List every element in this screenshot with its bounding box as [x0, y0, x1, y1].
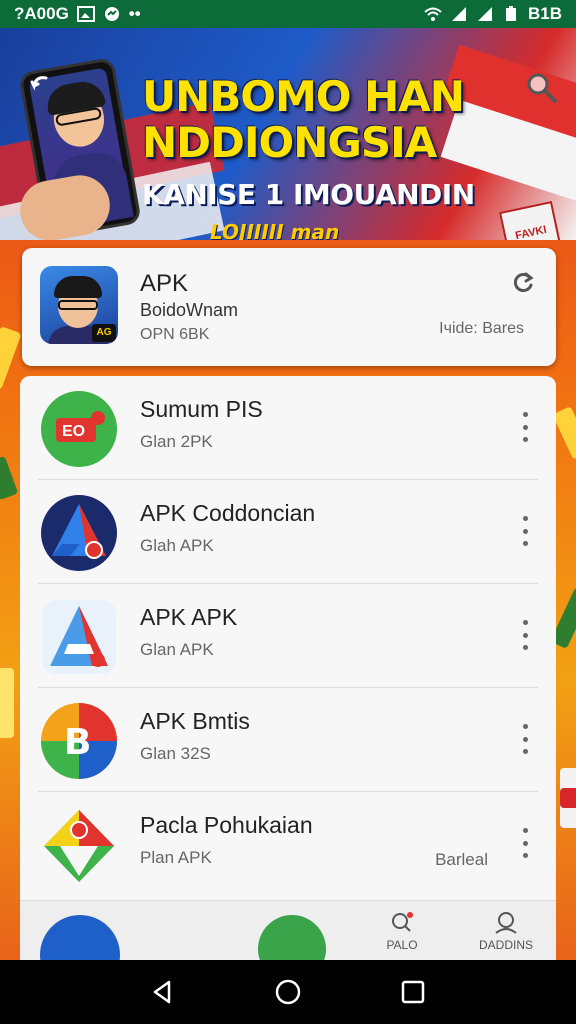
icon-hair [54, 276, 102, 298]
app-bottom-nav: PALO DADDINS [20, 900, 556, 960]
promo-banner[interactable]: UNBOMO HAN NDDIONGSIA KANISE 1 IMOUANDIN… [0, 28, 576, 240]
list-item-title: Sumum PIS [140, 396, 263, 422]
back-arrow-icon[interactable] [26, 72, 52, 98]
more-menu-icon[interactable] [520, 412, 530, 442]
more-menu-icon[interactable] [520, 828, 530, 858]
list-item-subtitle: Glan 2PK [140, 432, 213, 451]
banner-title: UNBOMO HAN NDDIONGSIA [142, 74, 552, 166]
search-icon[interactable] [524, 70, 558, 104]
bg-deco [560, 788, 576, 808]
more-menu-icon[interactable] [520, 516, 530, 546]
letter-a-icon [42, 600, 116, 674]
list-item[interactable]: Pacla Pohukaian Plan APK Barleal [20, 792, 556, 896]
list-item-meta: Barleal [435, 850, 488, 869]
list-item-title: APK Coddoncian [140, 500, 316, 526]
nav-item-label: DADDINS [478, 938, 533, 952]
svg-text:B: B [64, 722, 91, 763]
status-left: ?A00G •• [14, 4, 141, 24]
gallery-icon [76, 6, 95, 22]
refresh-icon[interactable] [510, 270, 536, 296]
featured-title: APK [140, 270, 189, 297]
featured-developer: BoidoWnam [140, 300, 239, 320]
list-item-subtitle: Glan 32S [140, 744, 211, 763]
bg-deco [0, 668, 14, 738]
banner-title-line1: UNBOMO HAN [142, 72, 465, 121]
list-item-subtitle: Plan APK [140, 848, 212, 867]
tricolor-icon [44, 810, 114, 882]
list-item-title: APK Bmtis [140, 708, 250, 734]
profile-icon [495, 912, 517, 934]
triangle-logo-icon [41, 495, 117, 571]
list-item[interactable]: APK Coddoncian Glah APK [20, 480, 556, 584]
featured-app-card[interactable]: AG APK BoidoWnam OPN 6BK Iчide: Bares [22, 248, 556, 366]
nav-home-button[interactable] [40, 915, 120, 960]
back-icon[interactable] [149, 978, 177, 1006]
icon-badge: AG [92, 324, 116, 342]
search-user-icon [392, 912, 413, 932]
nav-center-button[interactable] [258, 915, 326, 960]
banner-subtitle: KANISE 1 IMOUANDIN [142, 178, 475, 211]
status-bar: ?A00G •• B1B [0, 0, 576, 28]
battery-icon [505, 6, 516, 21]
letter-b-icon: B [41, 703, 117, 779]
messenger-icon [104, 7, 119, 21]
list-item[interactable]: B APK Bmtis Glan 32S [20, 688, 556, 792]
icon-glasses [58, 300, 98, 310]
nav-item-label: PALO [386, 938, 418, 952]
list-item-title: APK APK [140, 604, 238, 630]
featured-size: OPN 6BK [140, 326, 210, 343]
nav-item-settings[interactable]: DADDINS [476, 911, 536, 952]
banner-tagline: LOJIIIII man [210, 220, 340, 240]
more-notifications-icon: •• [128, 4, 141, 23]
red-tag-icon: EO [41, 391, 117, 467]
list-item-subtitle: Glan APK [140, 640, 214, 659]
wifi-icon [424, 7, 442, 21]
banner-title-line2: NDDIONGSIA [142, 118, 437, 167]
bg-deco [0, 326, 22, 390]
featured-meta: Iчide: Bares [439, 320, 524, 337]
recents-icon[interactable] [399, 978, 427, 1006]
status-right: B1B [424, 4, 562, 24]
more-menu-icon[interactable] [520, 724, 530, 754]
list-item-subtitle: Glah APK [140, 536, 214, 555]
nav-item-palo[interactable]: PALO [372, 911, 432, 952]
app-list: EO Sumum PIS Glan 2PK APK Coddoncian Gla… [20, 376, 556, 916]
featured-app-icon[interactable]: AG [40, 266, 118, 344]
svg-text:EO: EO [62, 423, 85, 440]
system-nav-bar [0, 960, 576, 1024]
signal-2-icon [477, 7, 492, 21]
status-right-text: B1B [527, 4, 562, 23]
list-item[interactable]: APK APK Glan APK [20, 584, 556, 688]
sticker-text: FAVKI [514, 223, 548, 240]
more-menu-icon[interactable] [520, 620, 530, 650]
status-time: ?A00G [14, 4, 69, 23]
home-icon[interactable] [274, 978, 302, 1006]
list-item-title: Pacla Pohukaian [140, 812, 313, 838]
bg-deco [0, 455, 19, 501]
list-item[interactable]: EO Sumum PIS Glan 2PK [20, 376, 556, 480]
signal-icon [451, 7, 466, 21]
